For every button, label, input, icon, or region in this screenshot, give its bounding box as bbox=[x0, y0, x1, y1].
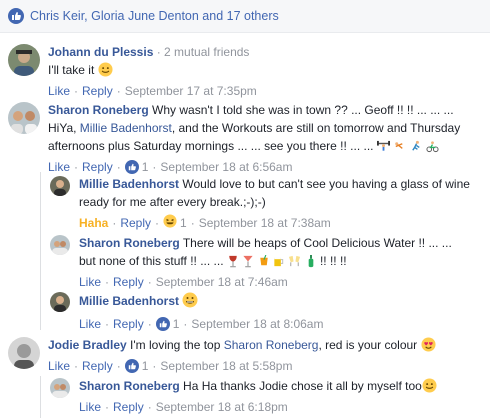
comment-text-line-2-end: , and the Workouts are still on tomorrow… bbox=[171, 121, 461, 135]
avatar[interactable] bbox=[50, 176, 70, 196]
reply-timestamp[interactable]: September 18 at 8:06am bbox=[191, 316, 323, 332]
reactions-summary[interactable]: Chris Keir, Gloria June Denton and 17 ot… bbox=[0, 0, 490, 33]
beer-mug-emoji-icon bbox=[273, 255, 285, 272]
smile-emoji-icon bbox=[98, 62, 113, 81]
runner-emoji-icon bbox=[410, 140, 423, 157]
cocktail-emoji-icon bbox=[242, 255, 254, 272]
reply-item: Millie Badenhorst Like · Reply · 1 · Sep… bbox=[50, 292, 323, 332]
like-button[interactable]: Like bbox=[79, 399, 101, 415]
like-button[interactable]: Like bbox=[79, 274, 101, 290]
reply-button[interactable]: Reply bbox=[113, 316, 144, 332]
reply-timestamp[interactable]: September 18 at 6:18pm bbox=[156, 399, 288, 415]
reply-author[interactable]: Millie Badenhorst bbox=[79, 294, 179, 308]
like-reaction-icon bbox=[124, 160, 139, 174]
haha-emoji-icon bbox=[163, 214, 177, 232]
reply-button[interactable]: Reply bbox=[82, 358, 113, 374]
reply-timestamp[interactable]: September 18 at 7:46am bbox=[156, 274, 288, 290]
smile-emoji-icon bbox=[422, 378, 437, 397]
comment-timestamp[interactable]: September 18 at 5:58pm bbox=[160, 358, 292, 374]
comment-author[interactable]: Sharon Roneberg bbox=[48, 103, 149, 117]
comment-item: Johann du Plessis · 2 mutual friends I'l… bbox=[8, 44, 257, 99]
reply-button[interactable]: Reply bbox=[120, 215, 151, 231]
comment-timestamp[interactable]: September 17 at 7:35pm bbox=[125, 83, 257, 99]
avatar[interactable] bbox=[50, 292, 70, 312]
like-button[interactable]: Like bbox=[48, 159, 70, 175]
cartwheel-emoji-icon bbox=[393, 140, 406, 157]
comment-author[interactable]: Jodie Bradley bbox=[48, 338, 127, 352]
comment-text-start: I'm loving the top bbox=[130, 338, 221, 352]
reaction-count[interactable]: 1 bbox=[173, 316, 180, 332]
heart-eyes-emoji-icon bbox=[421, 337, 436, 356]
reactor-names-link[interactable]: Chris Keir, Gloria June Denton and 17 ot… bbox=[30, 9, 279, 23]
reply-text-line-2: but none of this stuff !! ... ... bbox=[79, 254, 224, 268]
comment-author[interactable]: Johann du Plessis bbox=[48, 45, 153, 59]
like-button[interactable]: Like bbox=[48, 83, 70, 99]
cyclist-emoji-icon bbox=[426, 140, 439, 157]
comment-timestamp[interactable]: September 18 at 6:56am bbox=[160, 159, 292, 175]
grinning-emoji-icon bbox=[182, 292, 198, 312]
avatar[interactable] bbox=[8, 44, 40, 76]
like-reaction-icon bbox=[8, 8, 24, 24]
comment-item: Jodie Bradley I'm loving the top Sharon … bbox=[8, 337, 436, 374]
avatar[interactable] bbox=[50, 378, 70, 398]
reply-item: Sharon Roneberg Ha Ha thanks Jodie chose… bbox=[50, 378, 437, 415]
comment-item: Sharon Roneberg Why wasn't I told she wa… bbox=[8, 102, 460, 175]
reply-button[interactable]: Reply bbox=[113, 399, 144, 415]
like-button[interactable]: Like bbox=[79, 316, 101, 332]
reply-text: Ha Ha thanks Jodie chose it all by mysel… bbox=[183, 379, 422, 393]
weightlifter-emoji-icon bbox=[376, 140, 390, 157]
tropical-drink-emoji-icon bbox=[258, 254, 270, 272]
avatar[interactable] bbox=[8, 337, 40, 369]
reply-item: Sharon Roneberg There will be heaps of C… bbox=[50, 235, 452, 290]
comment-text-line-3: afternoons plus Saturday mornings ... ..… bbox=[48, 139, 374, 153]
mutual-friends-text: · 2 mutual friends bbox=[156, 45, 250, 59]
reply-item: Millie Badenhorst Would love to but can'… bbox=[50, 176, 470, 232]
like-button[interactable]: Like bbox=[48, 358, 70, 374]
reply-author[interactable]: Millie Badenhorst bbox=[79, 177, 179, 191]
reply-timestamp[interactable]: September 18 at 7:38am bbox=[199, 215, 331, 231]
reaction-count[interactable]: 1 bbox=[142, 159, 149, 175]
reply-button[interactable]: Reply bbox=[82, 159, 113, 175]
like-reaction-icon bbox=[155, 317, 170, 331]
reply-text-line-2-end: !! !! !! bbox=[319, 254, 347, 268]
replies-thread-line bbox=[40, 376, 41, 418]
reply-text-line-2: ready for me after every break.;-);-) bbox=[79, 195, 266, 209]
replies-thread-line bbox=[40, 172, 41, 330]
wine-glass-emoji-icon bbox=[227, 255, 239, 272]
comment-text-line-1: Why wasn't I told she was in town ?? ...… bbox=[152, 103, 454, 117]
clinking-glasses-emoji-icon bbox=[288, 255, 301, 272]
reaction-count[interactable]: 1 bbox=[142, 358, 149, 374]
comment-text-end: , red is your colour bbox=[318, 338, 418, 352]
reply-text-line-1: There will be heaps of Cool Delicious Wa… bbox=[182, 236, 452, 250]
reply-author[interactable]: Sharon Roneberg bbox=[79, 379, 180, 393]
bottle-emoji-icon bbox=[305, 255, 317, 272]
like-reaction-icon bbox=[124, 359, 139, 373]
mention-link[interactable]: Sharon Roneberg bbox=[224, 338, 319, 352]
avatar[interactable] bbox=[50, 235, 70, 255]
reply-button[interactable]: Reply bbox=[113, 274, 144, 290]
comment-text: I'll take it bbox=[48, 63, 95, 77]
reply-button[interactable]: Reply bbox=[82, 83, 113, 99]
comment-text-line-2-start: HiYa, bbox=[48, 121, 77, 135]
mention-link[interactable]: Millie Badenhorst bbox=[80, 121, 172, 135]
reaction-count[interactable]: 1 bbox=[180, 215, 187, 231]
haha-reaction-button[interactable]: Haha bbox=[79, 215, 108, 231]
reply-text-line-1: Would love to but can't see you having a… bbox=[182, 177, 470, 191]
avatar[interactable] bbox=[8, 102, 40, 134]
reply-author[interactable]: Sharon Roneberg bbox=[79, 236, 180, 250]
